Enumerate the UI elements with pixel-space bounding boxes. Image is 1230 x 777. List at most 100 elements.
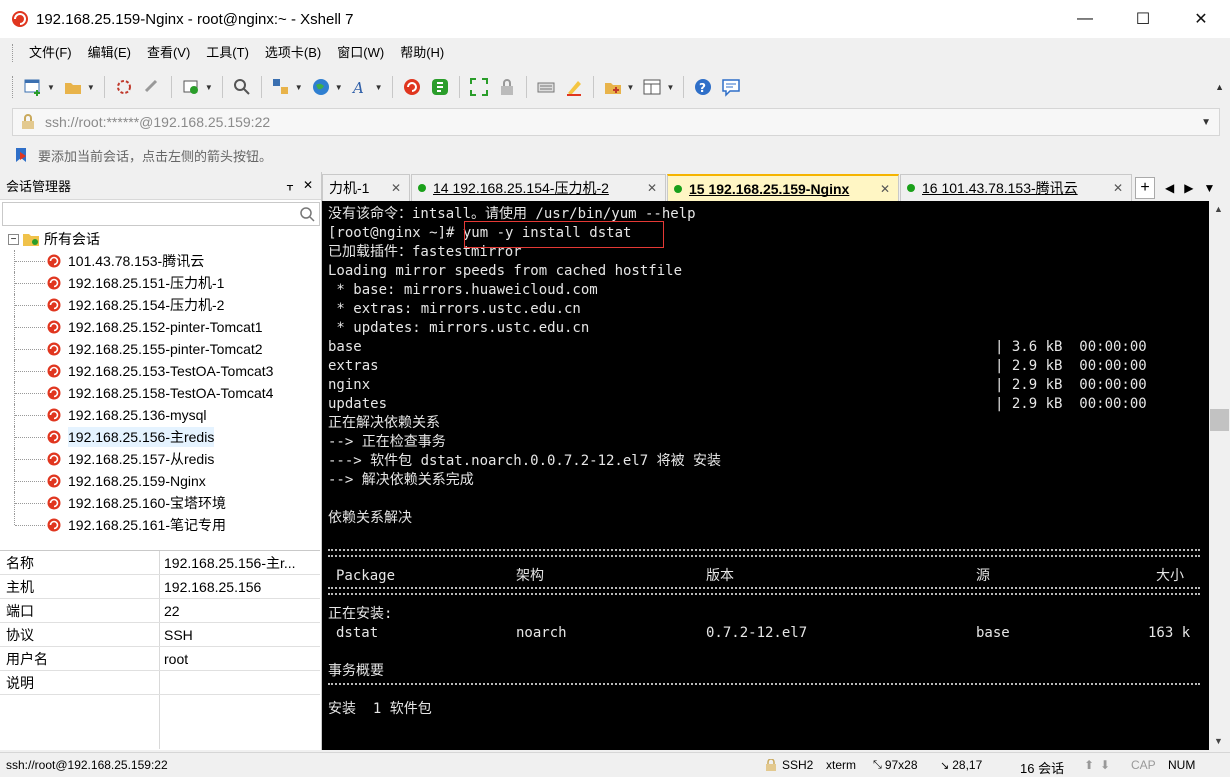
session-search-input[interactable]	[2, 202, 320, 226]
layout-icon[interactable]	[640, 75, 664, 99]
collapse-toolbar-icon[interactable]: ▲	[1215, 82, 1224, 92]
menu-file[interactable]: 文件(F)	[21, 38, 80, 68]
session-item[interactable]: 192.168.25.153-TestOA-Tomcat3	[0, 360, 320, 382]
tree-line	[15, 525, 45, 526]
scrollbar-thumb[interactable]	[1210, 409, 1229, 431]
new-folder-dropdown-icon[interactable]: ▼	[627, 83, 635, 92]
session-item[interactable]: 192.168.25.136-mysql	[0, 404, 320, 426]
search-icon[interactable]	[299, 206, 316, 223]
menu-bar: 文件(F) 编辑(E) 查看(V) 工具(T) 选项卡(B) 窗口(W) 帮助(…	[0, 38, 1230, 68]
collapse-icon[interactable]: −	[8, 233, 19, 245]
session-item[interactable]: 192.168.25.152-pinter-Tomcat1	[0, 316, 320, 338]
layout-dropdown-icon[interactable]: ▼	[666, 83, 674, 92]
session-tab[interactable]: 16 101.43.78.153-腾讯云 ✕	[900, 174, 1132, 201]
lock-icon[interactable]	[495, 75, 519, 99]
terminal-scrollbar[interactable]: ▲ ▼	[1209, 201, 1230, 750]
menu-view[interactable]: 查看(V)	[139, 38, 198, 68]
xshell-icon[interactable]	[400, 75, 424, 99]
svg-text:A: A	[351, 79, 364, 97]
tab-close-icon[interactable]: ✕	[880, 182, 890, 196]
maximize-button[interactable]: ☐	[1114, 0, 1172, 38]
session-item[interactable]: 192.168.25.157-从redis	[0, 448, 320, 470]
properties-icon[interactable]	[179, 75, 203, 99]
tab-close-icon[interactable]: ✕	[391, 181, 401, 195]
terminal-output[interactable]: 没有该命令：intsall。请使用 /usr/bin/yum --help [ro…	[322, 201, 1209, 750]
disconnect-icon[interactable]	[140, 75, 164, 99]
hint-bar: 要添加当前会话，点击左侧的箭头按钮。	[12, 142, 1220, 168]
close-button[interactable]: ✕	[1172, 0, 1230, 38]
tab-close-icon[interactable]: ✕	[1113, 181, 1123, 195]
session-item[interactable]: 192.168.25.154-压力机-2	[0, 294, 320, 316]
session-manager-title: 会话管理器	[6, 179, 72, 194]
find-icon[interactable]	[230, 75, 254, 99]
repo-stat: | 3.6 kB 00:00:00	[995, 339, 1147, 355]
add-tab-button[interactable]: +	[1135, 176, 1155, 199]
status-protocol: SSH2	[764, 758, 813, 772]
terminal-line: Loading mirror speeds from cached hostfi…	[328, 263, 683, 279]
font-dropdown-icon[interactable]: ▼	[375, 83, 383, 92]
scroll-down-icon[interactable]: ▼	[1214, 736, 1223, 746]
new-folder-icon[interactable]	[601, 75, 625, 99]
session-tab[interactable]: 14 192.168.25.154-压力机-2 ✕	[411, 174, 666, 201]
menu-help[interactable]: 帮助(H)	[392, 38, 452, 68]
globe-dropdown-icon[interactable]: ▼	[335, 83, 343, 92]
terminal-line: 正在解决依赖关系	[328, 415, 440, 431]
new-session-dropdown-icon[interactable]: ▼	[47, 83, 55, 92]
session-item[interactable]: 192.168.25.158-TestOA-Tomcat4	[0, 382, 320, 404]
chat-icon[interactable]	[719, 75, 743, 99]
session-item[interactable]: 192.168.25.156-主redis	[0, 426, 320, 448]
font-icon[interactable]: A	[349, 75, 373, 99]
toolbar-separator	[103, 76, 105, 98]
session-item[interactable]: 192.168.25.155-pinter-Tomcat2	[0, 338, 320, 360]
address-bar[interactable]: ssh://root:******@192.168.25.159:22 ▼	[12, 108, 1220, 136]
tree-root-all-sessions[interactable]: − 所有会话	[0, 228, 320, 250]
session-label: 192.168.25.159-Nginx	[68, 473, 206, 489]
session-tab[interactable]: 力机-1 ✕	[322, 174, 410, 201]
add-session-arrow-icon[interactable]	[12, 146, 30, 164]
scroll-up-icon[interactable]: ▲	[1214, 204, 1223, 214]
session-label: 192.168.25.158-TestOA-Tomcat4	[68, 385, 274, 401]
menu-edit[interactable]: 编辑(E)	[80, 38, 139, 68]
pin-icon[interactable]: ᚁ	[287, 178, 293, 192]
toolbar-grip	[12, 76, 15, 98]
properties-dropdown-icon[interactable]: ▼	[205, 83, 213, 92]
xftp-icon[interactable]	[428, 75, 452, 99]
menu-window[interactable]: 窗口(W)	[329, 38, 392, 68]
open-dropdown-icon[interactable]: ▼	[87, 83, 95, 92]
keyboard-icon[interactable]	[534, 75, 558, 99]
transfer-icon[interactable]	[269, 75, 293, 99]
minimize-button[interactable]: —	[1056, 0, 1114, 38]
protocol-lock-icon	[766, 759, 776, 771]
fullscreen-icon[interactable]	[467, 75, 491, 99]
session-item[interactable]: 192.168.25.151-压力机-1	[0, 272, 320, 294]
status-sessions: 16 会话	[1020, 761, 1065, 776]
session-item[interactable]: 192.168.25.160-宝塔环境	[0, 492, 320, 514]
tab-scroll-left-icon[interactable]: ◀	[1165, 181, 1174, 195]
session-down-icon[interactable]: ⬇	[1100, 758, 1110, 772]
session-item[interactable]: 101.43.78.153-腾讯云	[0, 250, 320, 272]
tab-list-dropdown-icon[interactable]: ▼	[1203, 181, 1215, 195]
help-icon[interactable]: ?	[691, 75, 715, 99]
address-value[interactable]: ssh://root:******@192.168.25.159:22	[45, 114, 270, 130]
session-tab[interactable]: 15 192.168.25.159-Nginx ✕	[667, 174, 899, 201]
protocol-text: SSH2	[782, 758, 814, 772]
tab-scroll-right-icon[interactable]: ▶	[1184, 181, 1193, 195]
open-folder-icon[interactable]	[61, 75, 85, 99]
connect-icon[interactable]	[112, 75, 136, 99]
status-bar: ssh://root@192.168.25.159:22 SSH2 xterm …	[0, 752, 1230, 777]
panel-close-icon[interactable]: ✕	[303, 178, 313, 192]
highlight-icon[interactable]	[562, 75, 586, 99]
address-dropdown-icon[interactable]: ▼	[1201, 117, 1211, 128]
menu-tools[interactable]: 工具(T)	[198, 38, 257, 68]
globe-icon[interactable]	[309, 75, 333, 99]
session-item[interactable]: 192.168.25.161-笔记专用	[0, 514, 320, 536]
transfer-dropdown-icon[interactable]: ▼	[295, 83, 303, 92]
session-label: 192.168.25.151-压力机-1	[68, 275, 225, 291]
terminal-line: base	[328, 339, 362, 355]
session-item[interactable]: 192.168.25.159-Nginx	[0, 470, 320, 492]
menu-tabs[interactable]: 选项卡(B)	[257, 38, 329, 68]
new-session-icon[interactable]	[21, 75, 45, 99]
tab-close-icon[interactable]: ✕	[647, 181, 657, 195]
session-label: 101.43.78.153-腾讯云	[68, 253, 205, 269]
session-up-icon[interactable]: ⬆	[1084, 758, 1094, 772]
